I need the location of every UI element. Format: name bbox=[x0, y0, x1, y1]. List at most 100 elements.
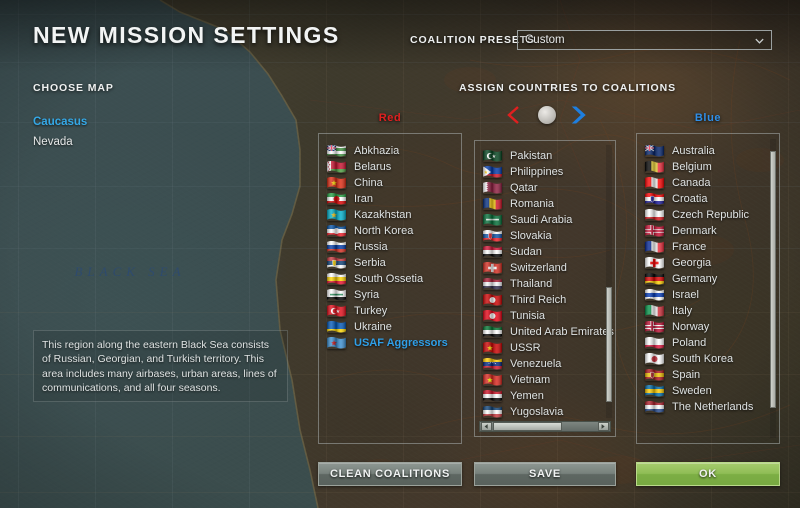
country-name: Georgia bbox=[672, 257, 712, 269]
flag-icon bbox=[483, 374, 502, 386]
list-item[interactable]: Yemen bbox=[475, 388, 615, 404]
list-item[interactable]: Turkey bbox=[319, 303, 461, 319]
flag-icon bbox=[645, 161, 664, 173]
list-item[interactable]: Australia bbox=[637, 143, 779, 159]
list-item[interactable]: Philippines bbox=[475, 164, 615, 180]
blue-coalition-list[interactable]: Australia Belgium Canada Croatia Czech R… bbox=[636, 133, 780, 444]
list-item[interactable]: Poland bbox=[637, 335, 779, 351]
list-item[interactable]: Russia bbox=[319, 239, 461, 255]
map-item-nevada[interactable]: Nevada bbox=[33, 134, 87, 151]
list-item[interactable]: Syria bbox=[319, 287, 461, 303]
coalition-move-controls bbox=[497, 102, 607, 128]
list-item[interactable]: Sweden bbox=[637, 383, 779, 399]
flag-icon bbox=[327, 161, 346, 173]
list-item[interactable]: Spain bbox=[637, 367, 779, 383]
flag-icon bbox=[645, 145, 664, 157]
country-name: USAF Aggressors bbox=[354, 337, 448, 349]
country-name: Norway bbox=[672, 321, 710, 333]
country-name: Tunisia bbox=[510, 310, 546, 322]
neutral-circle-icon[interactable] bbox=[538, 106, 556, 124]
list-item[interactable]: United Arab Emirates bbox=[475, 324, 615, 340]
list-item[interactable]: Croatia bbox=[637, 191, 779, 207]
red-coalition-list[interactable]: Abkhazia Belarus China Iran Kazakhstan N… bbox=[318, 133, 462, 444]
scroll-right-arrow-icon[interactable] bbox=[598, 422, 609, 431]
flag-icon bbox=[483, 166, 502, 178]
list-item[interactable]: Qatar bbox=[475, 180, 615, 196]
chevron-left-red-icon[interactable] bbox=[503, 104, 525, 126]
flag-icon bbox=[327, 257, 346, 269]
country-name: Denmark bbox=[672, 225, 717, 237]
list-item[interactable]: Yugoslavia bbox=[475, 404, 615, 420]
save-button[interactable]: SAVE bbox=[474, 462, 616, 486]
list-item[interactable]: Pakistan bbox=[475, 148, 615, 164]
country-name: Philippines bbox=[510, 166, 564, 178]
list-item[interactable]: Kazakhstan bbox=[319, 207, 461, 223]
list-item[interactable]: Denmark bbox=[637, 223, 779, 239]
list-item[interactable]: Switzerland bbox=[475, 260, 615, 276]
list-item[interactable]: Serbia bbox=[319, 255, 461, 271]
clean-coalitions-button[interactable]: CLEAN COALITIONS bbox=[318, 462, 462, 486]
country-name: South Ossetia bbox=[354, 273, 424, 285]
list-item[interactable]: Slovakia bbox=[475, 228, 615, 244]
mission-settings-screen: BLACK SEA NEW MISSION SETTINGS COALITION… bbox=[0, 0, 800, 508]
list-item[interactable]: Vietnam bbox=[475, 372, 615, 388]
flag-icon bbox=[483, 198, 502, 210]
list-item[interactable]: China bbox=[319, 175, 461, 191]
list-item[interactable]: Norway bbox=[637, 319, 779, 335]
list-item[interactable]: The Netherlands bbox=[637, 399, 779, 415]
list-item[interactable]: Sudan bbox=[475, 244, 615, 260]
list-item[interactable]: Belarus bbox=[319, 159, 461, 175]
list-item[interactable]: Romania bbox=[475, 196, 615, 212]
list-item[interactable]: South Korea bbox=[637, 351, 779, 367]
country-name: Italy bbox=[672, 305, 693, 317]
map-item-caucasus[interactable]: Caucasus bbox=[33, 114, 87, 131]
list-item[interactable]: Saudi Arabia bbox=[475, 212, 615, 228]
scroll-thumb[interactable] bbox=[493, 422, 562, 431]
list-item[interactable]: Germany bbox=[637, 271, 779, 287]
page-title: NEW MISSION SETTINGS bbox=[33, 22, 340, 48]
list-item[interactable]: South Ossetia bbox=[319, 271, 461, 287]
neutral-list-horizontal-scrollbar[interactable] bbox=[479, 421, 611, 432]
list-item[interactable]: Georgia bbox=[637, 255, 779, 271]
country-name: Vietnam bbox=[510, 374, 551, 386]
list-item[interactable]: North Korea bbox=[319, 223, 461, 239]
ok-button[interactable]: OK bbox=[636, 462, 780, 486]
list-item[interactable]: Israel bbox=[637, 287, 779, 303]
flag-icon bbox=[327, 145, 346, 157]
coalition-presets-dropdown[interactable]: Custom bbox=[517, 30, 772, 50]
choose-map-label: CHOOSE MAP bbox=[33, 82, 114, 94]
list-item[interactable]: Tunisia bbox=[475, 308, 615, 324]
list-item[interactable]: Belgium bbox=[637, 159, 779, 175]
flag-icon bbox=[645, 385, 664, 397]
list-item[interactable]: Ukraine bbox=[319, 319, 461, 335]
country-name: Switzerland bbox=[510, 262, 567, 274]
country-name: Sudan bbox=[510, 246, 542, 258]
list-item[interactable]: Third Reich bbox=[475, 292, 615, 308]
country-name: Saudi Arabia bbox=[510, 214, 573, 226]
list-item[interactable]: France bbox=[637, 239, 779, 255]
list-item[interactable]: Thailand bbox=[475, 276, 615, 292]
chevron-right-blue-icon[interactable] bbox=[569, 104, 591, 126]
flag-icon bbox=[327, 177, 346, 189]
flag-icon bbox=[645, 353, 664, 365]
list-item[interactable]: USSR bbox=[475, 340, 615, 356]
list-item[interactable]: Abkhazia bbox=[319, 143, 461, 159]
country-name: Canada bbox=[672, 177, 711, 189]
country-name: France bbox=[672, 241, 707, 253]
flag-icon bbox=[327, 273, 346, 285]
list-item[interactable]: Venezuela bbox=[475, 356, 615, 372]
neutral-list-vertical-scrollbar[interactable] bbox=[606, 145, 612, 418]
neutral-countries-list[interactable]: Pakistan Philippines Qatar Romania Saudi… bbox=[474, 140, 616, 437]
list-item[interactable]: Iran bbox=[319, 191, 461, 207]
list-item[interactable]: Canada bbox=[637, 175, 779, 191]
country-name: USSR bbox=[510, 342, 541, 354]
list-item[interactable]: USAF Aggressors bbox=[319, 335, 461, 351]
blue-coalition-title: Blue bbox=[694, 112, 722, 124]
scroll-left-arrow-icon[interactable] bbox=[481, 422, 492, 431]
flag-icon bbox=[483, 390, 502, 402]
list-item[interactable]: Italy bbox=[637, 303, 779, 319]
scroll-track[interactable] bbox=[493, 422, 597, 431]
blue-list-vertical-scrollbar[interactable] bbox=[770, 139, 776, 438]
country-name: China bbox=[354, 177, 383, 189]
list-item[interactable]: Czech Republic bbox=[637, 207, 779, 223]
